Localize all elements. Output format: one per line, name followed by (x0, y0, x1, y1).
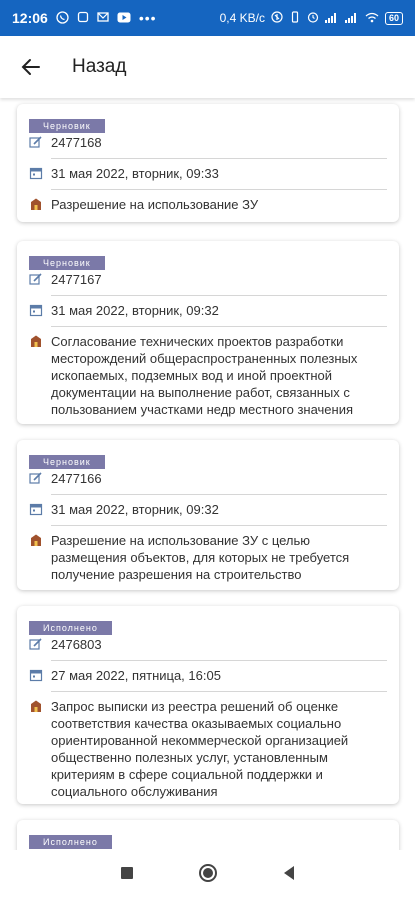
divider (51, 326, 387, 327)
signal-icon (324, 12, 339, 25)
battery-indicator: 60 (384, 11, 403, 25)
service-line: социального обслуживания (51, 784, 218, 799)
application-date: 31 мая 2022, вторник, 09:32 (51, 303, 219, 318)
service-line: месторождений общераспространенных полез… (51, 351, 358, 366)
service-line: размещения объектов, для которых не треб… (51, 550, 350, 565)
service-line: документации на выполнение работ, связан… (51, 385, 350, 400)
status-badge: Черновик (29, 256, 105, 270)
home-button[interactable] (198, 863, 218, 888)
arrow-left-icon (21, 59, 40, 75)
service-name: Запрос выписки из реестра решений об оце… (51, 698, 387, 800)
application-date: 31 мая 2022, вторник, 09:33 (51, 166, 219, 181)
building-icon (29, 196, 51, 211)
vibrate-icon (289, 11, 301, 25)
status-time: 12:06 (12, 10, 48, 26)
application-card[interactable]: Исполнено (17, 820, 399, 850)
application-number: 2477166 (51, 471, 102, 486)
service-line: ориентированной некоммерческой организац… (51, 733, 349, 748)
edit-icon (29, 636, 51, 651)
divider (51, 660, 387, 661)
service-line: пользованием участками недр местного зна… (51, 402, 354, 417)
bluetooth-icon (271, 11, 283, 25)
notification-icon (77, 11, 89, 25)
back-nav-button[interactable] (282, 865, 296, 886)
service-line: Разрешение на использование ЗУ (51, 197, 259, 212)
status-bar: 12:06 ••• 0,4 KB/c 60 (0, 0, 415, 36)
page-title: Назад (72, 56, 127, 77)
edit-icon (29, 134, 51, 149)
divider (51, 525, 387, 526)
calendar-icon (29, 165, 51, 180)
youtube-icon (117, 12, 131, 25)
edit-icon (29, 271, 51, 286)
application-number: 2476803 (51, 637, 102, 652)
service-line: получение разрешения на строительство (51, 567, 302, 582)
service-name: Разрешение на использование ЗУ (51, 196, 387, 213)
recents-button[interactable] (120, 866, 134, 885)
more-icon: ••• (138, 10, 157, 26)
divider (51, 691, 387, 692)
application-card[interactable]: Черновик 2477166 31 мая 2022, вторник, 0… (17, 440, 399, 590)
service-line: общественно полезных услуг, установленны… (51, 750, 328, 765)
wifi-icon (365, 12, 379, 25)
whatsapp-icon (56, 10, 69, 26)
triangle-back-icon (283, 865, 294, 880)
status-badge: Черновик (29, 119, 105, 133)
system-nav-bar (0, 850, 415, 900)
application-date: 27 мая 2022, пятница, 16:05 (51, 668, 221, 683)
service-line: Согласование технических проектов разраб… (51, 334, 344, 349)
divider (51, 295, 387, 296)
circle-icon (198, 863, 217, 882)
application-number: 2477167 (51, 272, 102, 287)
calendar-icon (29, 302, 51, 317)
application-card[interactable]: Черновик 2477167 31 мая 2022, вторник, 0… (17, 241, 399, 424)
calendar-icon (29, 667, 51, 682)
divider (51, 158, 387, 159)
application-card[interactable]: Исполнено 2476803 27 мая 2022, пятница, … (17, 606, 399, 804)
building-icon (29, 333, 51, 348)
service-line: соответствия качества оказываемых социал… (51, 716, 342, 731)
divider (51, 189, 387, 190)
service-line: Разрешение на использование ЗУ с целью (51, 533, 311, 548)
service-line: ископаемых, подземных вод и иной проектн… (51, 368, 333, 383)
application-card[interactable]: Черновик 2477168 31 мая 2022, вторник, 0… (17, 104, 399, 222)
network-speed: 0,4 KB/c (219, 11, 265, 25)
divider (51, 494, 387, 495)
edit-icon (29, 470, 51, 485)
calendar-icon (29, 501, 51, 516)
application-date: 31 мая 2022, вторник, 09:32 (51, 502, 219, 517)
service-name: Согласование технических проектов разраб… (51, 333, 387, 418)
status-badge: Черновик (29, 455, 105, 469)
service-line: Запрос выписки из реестра решений об оце… (51, 699, 339, 714)
building-icon (29, 698, 51, 713)
square-icon (120, 866, 133, 879)
applications-list[interactable]: Черновик 2477168 31 мая 2022, вторник, 0… (0, 98, 415, 850)
alarm-icon (307, 11, 319, 25)
signal-2-icon (344, 12, 359, 25)
mail-icon (97, 11, 109, 25)
status-badge: Исполнено (29, 835, 112, 849)
status-badge: Исполнено (29, 621, 112, 635)
back-button[interactable] (0, 36, 62, 98)
service-line: критериям в сфере социальной поддержки и (51, 767, 323, 782)
application-number: 2477168 (51, 135, 102, 150)
app-bar: Назад (0, 36, 415, 98)
service-name: Разрешение на использование ЗУ с целью р… (51, 532, 387, 583)
building-icon (29, 532, 51, 547)
